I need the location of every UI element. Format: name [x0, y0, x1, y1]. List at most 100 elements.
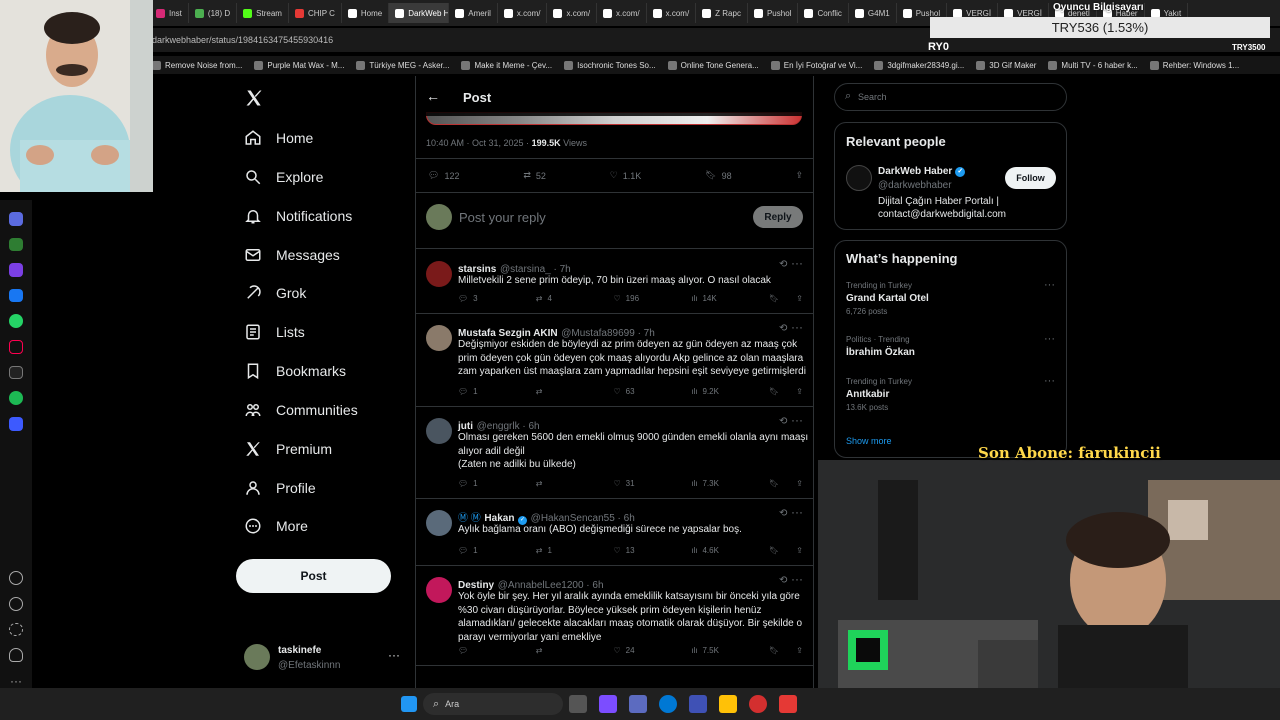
- repost-stat[interactable]: ⇄ 52: [523, 170, 546, 181]
- nav-item-profile[interactable]: Profile: [244, 474, 414, 502]
- more-dots-icon[interactable]: ···: [791, 505, 803, 519]
- views-button[interactable]: ılı 4.6K: [691, 546, 751, 555]
- bookmark-item[interactable]: Multi TV - 6 haber k...: [1048, 60, 1138, 70]
- heart-icon[interactable]: [9, 571, 23, 585]
- like-button[interactable]: ♡ 31: [614, 479, 674, 488]
- nav-item-home[interactable]: Home: [244, 124, 414, 152]
- views-button[interactable]: ılı 14K: [691, 294, 751, 303]
- reply-tweet[interactable]: starsins @starsina_ · 7h ⟲ ··· Milletvekili…: [416, 250, 813, 314]
- gear-icon[interactable]: [9, 622, 23, 637]
- more-dots-icon[interactable]: ···: [791, 572, 803, 586]
- bookmark-icon[interactable]: 🔖︎: [769, 479, 779, 488]
- browser-tab[interactable]: CHIP C: [289, 3, 342, 23]
- bookmark-stat[interactable]: 🔖︎ 98: [705, 170, 731, 181]
- bookmark-item[interactable]: Rehber: Windows 1...: [1149, 60, 1239, 70]
- bookmark-icon[interactable]: 🔖︎: [769, 387, 779, 396]
- trend-item[interactable]: Politics · Trending İbrahim Özkan ···: [846, 333, 1056, 358]
- reply-button[interactable]: Reply: [753, 206, 803, 228]
- avatar[interactable]: [846, 165, 872, 191]
- more-dots-icon[interactable]: ···: [1044, 375, 1055, 387]
- windows-start-icon[interactable]: [401, 696, 417, 712]
- browser-tab[interactable]: Stream: [237, 3, 289, 23]
- like-button[interactable]: ♡ 24: [614, 646, 674, 655]
- opera-icon[interactable]: [749, 695, 767, 713]
- browser-tab[interactable]: x.com/: [547, 3, 598, 23]
- repost-button[interactable]: ⇄ 1: [536, 546, 596, 555]
- nav-item-premium[interactable]: Premium: [244, 435, 414, 463]
- bookmark-item[interactable]: 3dgifmaker28349.gi...: [874, 60, 964, 70]
- account-switcher[interactable]: taskinefe @Efetaskinnn ···: [244, 644, 414, 674]
- bookmark-item[interactable]: En İyi Fotoğraf ve Vi...: [770, 60, 862, 70]
- grok-icon[interactable]: ⟲: [779, 575, 787, 586]
- reply-tweet[interactable]: Destiny @AnnabelLee1200 · 6h ⟲ ··· Yok öyle…: [416, 566, 813, 666]
- browser-tab[interactable]: x.com/: [498, 3, 548, 23]
- browser-tab[interactable]: DarkWeb Ha: [389, 3, 450, 23]
- store-icon[interactable]: [689, 695, 707, 713]
- nav-item-grok[interactable]: Grok: [244, 279, 414, 307]
- bookmark-item[interactable]: Türkiye MEG - Asker...: [356, 60, 449, 70]
- views-button[interactable]: ılı 7.5K: [691, 646, 751, 655]
- history-icon[interactable]: [9, 596, 23, 611]
- copilot-icon[interactable]: [599, 695, 617, 713]
- avatar[interactable]: [426, 577, 452, 603]
- browser-tab[interactable]: Z Rapc: [696, 3, 748, 23]
- like-button[interactable]: ♡ 13: [614, 546, 674, 555]
- avatar[interactable]: [426, 325, 452, 351]
- reply-button[interactable]: 💬︎ 1: [458, 546, 518, 555]
- repost-button[interactable]: ⇄ 4: [536, 294, 596, 303]
- reply-tweet[interactable]: Ⓜ Ⓜ Hakan ✓ @HakanSencan55 · 6h ⟲ ··· Aylık…: [416, 499, 813, 566]
- bookmark-item[interactable]: Online Tone Genera...: [667, 60, 759, 70]
- more-icon[interactable]: ···: [10, 674, 22, 688]
- share-icon[interactable]: ⇪: [796, 294, 803, 303]
- trend-item[interactable]: Trending in Turkey Grand Kartal Otel 6,726…: [846, 279, 1056, 316]
- views-button[interactable]: ılı 7.3K: [691, 479, 751, 488]
- spotify-icon[interactable]: [9, 391, 23, 405]
- nav-item-communities[interactable]: Communities: [244, 396, 414, 424]
- grok-icon[interactable]: ⟲: [779, 259, 787, 270]
- avatar[interactable]: [426, 418, 452, 444]
- reply-button[interactable]: 💬︎: [458, 646, 518, 655]
- grok-icon[interactable]: ⟲: [779, 416, 787, 427]
- grok-icon[interactable]: ⟲: [779, 323, 787, 334]
- browser-tab[interactable]: x.com/: [597, 3, 647, 23]
- more-dots-icon[interactable]: ···: [1044, 279, 1055, 291]
- share-button[interactable]: ⇪: [795, 170, 803, 181]
- nav-item-explore[interactable]: Explore: [244, 163, 414, 191]
- edge-icon[interactable]: [659, 695, 677, 713]
- trend-item[interactable]: Trending in Turkey Anıtkabir 13.6K posts ··…: [846, 375, 1056, 412]
- views-button[interactable]: ılı 9.2K: [691, 387, 751, 396]
- browser-tab[interactable]: (18) D: [189, 3, 238, 23]
- follow-button[interactable]: Follow: [1005, 167, 1056, 189]
- sidebar-app-icon[interactable]: [9, 263, 23, 277]
- x-logo-icon[interactable]: [244, 88, 264, 111]
- avatar[interactable]: [426, 261, 452, 287]
- bookmark-icon[interactable]: 🔖︎: [769, 546, 779, 555]
- sidebar-app-icon[interactable]: [9, 212, 23, 226]
- sidebar-app-icon[interactable]: [9, 417, 23, 431]
- back-arrow-icon[interactable]: ←: [426, 88, 440, 104]
- reply-input[interactable]: Post your reply: [459, 210, 546, 225]
- file-explorer-icon[interactable]: [719, 695, 737, 713]
- grok-icon[interactable]: ⟲: [779, 508, 787, 519]
- more-dots-icon[interactable]: ···: [791, 413, 803, 427]
- whatsapp-icon[interactable]: [9, 314, 23, 329]
- bookmark-item[interactable]: Isochronic Tones So...: [564, 60, 656, 70]
- browser-tab[interactable]: Conflic: [798, 3, 849, 23]
- person-name[interactable]: DarkWeb Haber ✓: [878, 166, 966, 177]
- taskbar-search[interactable]: ⌕ Ara: [423, 693, 563, 715]
- messenger-icon[interactable]: [9, 288, 23, 303]
- more-dots-icon[interactable]: ···: [791, 256, 803, 270]
- more-dots-icon[interactable]: ···: [388, 648, 400, 662]
- share-icon[interactable]: ⇪: [796, 546, 803, 555]
- nav-item-more[interactable]: More: [244, 512, 414, 540]
- nav-item-lists[interactable]: Lists: [244, 318, 414, 346]
- show-more-link[interactable]: Show more: [846, 436, 892, 446]
- reply-button[interactable]: 💬︎ 1: [458, 479, 518, 488]
- reply-stat[interactable]: 💬︎ 122: [428, 170, 459, 181]
- post-button[interactable]: Post: [236, 559, 391, 593]
- reply-tweet[interactable]: juti @enggrlk · 6h ⟲ ··· Olması gereken 560…: [416, 407, 813, 499]
- share-icon[interactable]: ⇪: [796, 646, 803, 655]
- more-dots-icon[interactable]: ···: [1044, 333, 1055, 345]
- nav-item-messages[interactable]: Messages: [244, 241, 414, 269]
- x-icon[interactable]: [9, 365, 23, 380]
